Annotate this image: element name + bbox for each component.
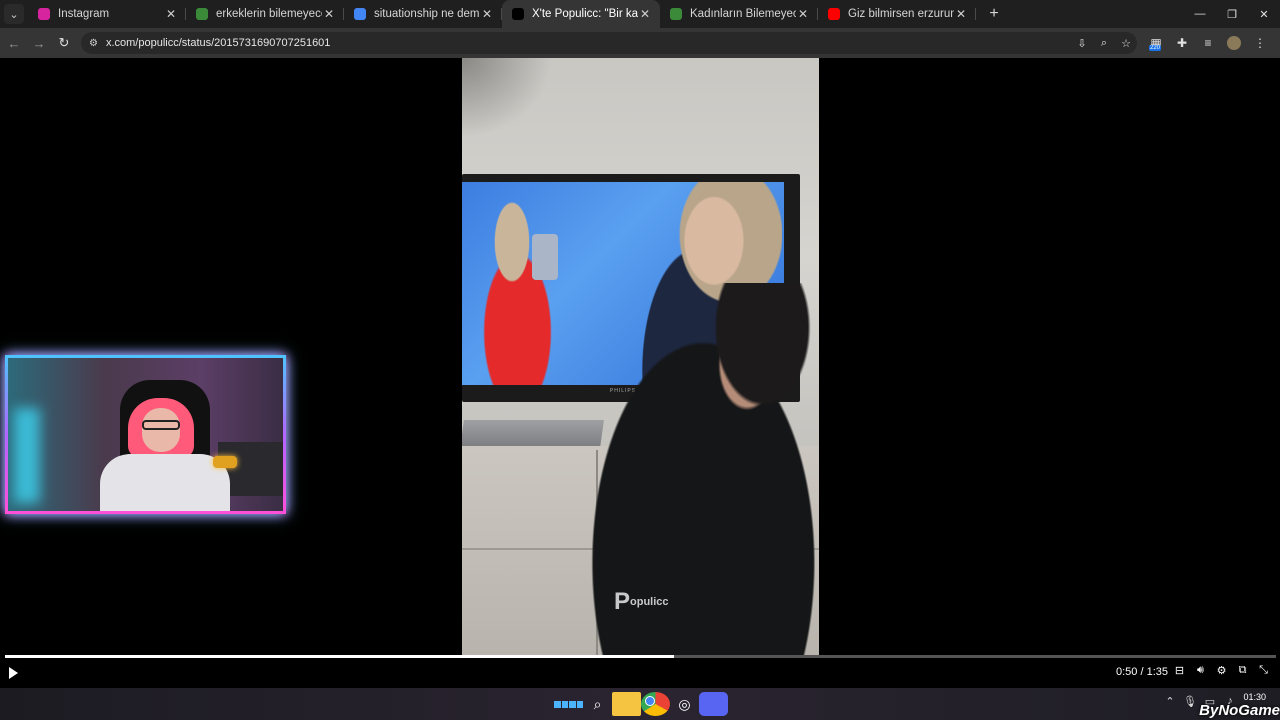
profile-avatar[interactable] — [1227, 36, 1241, 50]
bookmark-star-icon[interactable]: ☆ — [1115, 37, 1137, 50]
populicc-watermark: Populicc — [614, 588, 669, 616]
minimize-button[interactable]: — — [1184, 0, 1216, 28]
media-control-icon[interactable]: ≡ — [1195, 36, 1221, 50]
image-icon — [196, 8, 208, 20]
close-tab-icon[interactable]: ✕ — [638, 7, 652, 21]
captions-icon[interactable]: ⊟ — [1169, 664, 1190, 677]
wall-shadow — [462, 58, 552, 138]
url-text[interactable]: x.com/populicc/status/201573169070725160… — [106, 37, 1071, 49]
tab-separator — [975, 8, 976, 20]
close-tab-icon[interactable]: ✕ — [954, 7, 968, 21]
instagram-icon — [38, 8, 50, 20]
video-person — [562, 283, 819, 656]
close-tab-icon[interactable]: ✕ — [480, 7, 494, 21]
tab-5[interactable]: Giz bilmirsen erzurumlu çocuk✕ — [818, 0, 976, 28]
tab-1[interactable]: erkeklerin bilemeyeceği şeyler✕ — [186, 0, 344, 28]
restore-button[interactable]: ❐ — [1216, 0, 1248, 28]
tab-title: Instagram — [58, 8, 110, 20]
close-window-button[interactable]: ✕ — [1248, 0, 1280, 28]
tab-strip: ⌄ Instagram✕erkeklerin bilemeyeceği şeyl… — [0, 0, 1280, 28]
streamer-glasses — [142, 420, 180, 430]
rgb-light — [14, 408, 40, 503]
google-icon — [354, 8, 366, 20]
streamer-body — [100, 454, 230, 511]
tab-list: Instagram✕erkeklerin bilemeyeceği şeyler… — [28, 0, 976, 28]
video-frame[interactable]: PHILIPS Populicc — [462, 58, 819, 656]
taskbar-apps: ⌕ ◎ — [554, 692, 728, 716]
play-icon[interactable] — [9, 667, 18, 679]
back-button[interactable]: ← — [3, 32, 25, 54]
microphone-icon[interactable]: 🎙︎ — [1180, 695, 1200, 708]
tab-title: Kadınların Bilemeyeceği Şeyler — [690, 8, 796, 20]
settings-gear-icon[interactable]: ⚙ — [1211, 664, 1232, 677]
forward-button[interactable]: → — [28, 32, 50, 54]
video-player[interactable]: PHILIPS Populicc 0:50 / 1:35 ⊟ 🔊︎ ⚙ ⧉ ⤡ — [0, 58, 1280, 688]
youtube-icon — [828, 8, 840, 20]
watermark-letter: P — [614, 588, 631, 615]
image-icon — [670, 8, 682, 20]
tab-4[interactable]: Kadınların Bilemeyeceği Şeyler✕ — [660, 0, 818, 28]
file-explorer-icon[interactable] — [612, 692, 641, 716]
close-tab-icon[interactable]: ✕ — [796, 7, 810, 21]
tv-phone — [532, 234, 558, 280]
tab-2[interactable]: situationship ne demek - Goog✕ — [344, 0, 502, 28]
close-tab-icon[interactable]: ✕ — [164, 7, 178, 21]
obs-icon[interactable]: ◎ — [670, 692, 699, 716]
chevron-down-icon: ⌄ — [9, 8, 19, 21]
windows-start-icon[interactable] — [554, 692, 583, 716]
tab-title: erkeklerin bilemeyeceği şeyler — [216, 8, 322, 20]
tab-3[interactable]: X'te Populicc: "Bir kadın, erk✕ — [502, 0, 660, 28]
microphone — [213, 456, 237, 468]
toolbar-actions: ▦ 220 ✚ ≡ ⋮ — [1143, 36, 1273, 51]
bynogame-brand: ByNoGame — [1199, 702, 1280, 719]
tray-expand-icon[interactable]: ⌃ — [1160, 695, 1180, 708]
streamer-face — [142, 408, 180, 452]
zoom-icon[interactable]: ⌕ — [1093, 37, 1115, 50]
x-icon — [512, 8, 524, 20]
search-icon[interactable]: ⌕ — [583, 692, 612, 716]
watermark-text: opulicc — [630, 595, 669, 608]
extension-badge: 220 — [1149, 45, 1162, 51]
tab-title: X'te Populicc: "Bir kadın, erk — [532, 8, 638, 20]
windows-taskbar: ⌕ ◎ ⌃ 🎙︎ ▭ ♪ 01:30 ByNoGame — [0, 688, 1280, 720]
close-tab-icon[interactable]: ✕ — [322, 7, 336, 21]
video-time: 0:50 / 1:35 — [1116, 666, 1168, 678]
new-tab-button[interactable]: + — [982, 5, 1006, 23]
fullscreen-exit-icon[interactable]: ⤡ — [1253, 664, 1274, 677]
browser-toolbar: ← → ↻ ⚙ x.com/populicc/status/2015731690… — [0, 28, 1280, 58]
extensions-puzzle-icon[interactable]: ✚ — [1169, 36, 1195, 50]
volume-icon[interactable]: 🔊︎ — [1190, 664, 1211, 677]
taskbar-clock[interactable]: 01:30 — [1243, 692, 1266, 702]
tab-title: situationship ne demek - Goog — [374, 8, 480, 20]
video-controls: 0:50 / 1:35 ⊟ 🔊︎ ⚙ ⧉ ⤡ — [0, 658, 1280, 688]
plus-icon: + — [989, 5, 999, 22]
chrome-icon[interactable] — [641, 692, 670, 716]
arrow-right-icon: → — [32, 35, 46, 51]
menu-kebab-icon[interactable]: ⋮ — [1247, 36, 1273, 50]
tab-search-button[interactable]: ⌄ — [4, 4, 24, 24]
webcam-overlay — [5, 355, 286, 514]
arrow-left-icon: ← — [7, 35, 21, 51]
site-info-icon[interactable]: ⚙ — [89, 38, 98, 49]
extension-counter-icon[interactable]: ▦ 220 — [1143, 36, 1169, 51]
tab-title: Giz bilmirsen erzurumlu çocuk — [848, 8, 954, 20]
video-control-icons: ⊟ 🔊︎ ⚙ ⧉ ⤡ — [1169, 664, 1274, 677]
reload-icon: ↻ — [58, 35, 70, 50]
window-controls: — ❐ ✕ — [1184, 0, 1280, 28]
picture-in-picture-icon[interactable]: ⧉ — [1232, 664, 1253, 677]
install-app-icon[interactable]: ⇩ — [1071, 37, 1093, 50]
reload-button[interactable]: ↻ — [53, 32, 75, 54]
tab-0[interactable]: Instagram ✕ — [28, 0, 186, 28]
discord-icon[interactable] — [699, 692, 728, 716]
address-bar[interactable]: ⚙ x.com/populicc/status/2015731690707251… — [81, 32, 1137, 54]
